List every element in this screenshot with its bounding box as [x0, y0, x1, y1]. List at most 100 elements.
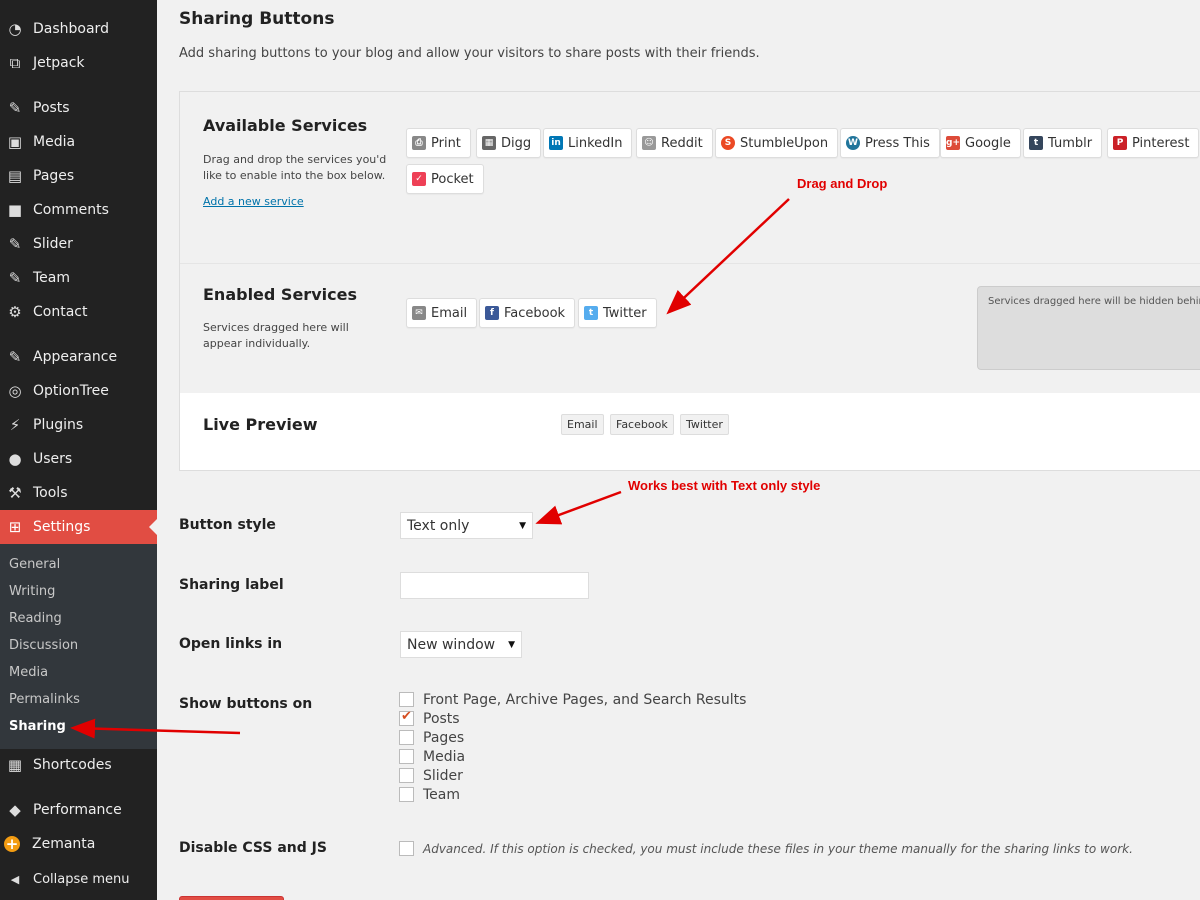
- menu-jetpack[interactable]: ⧉ Jetpack: [0, 46, 157, 80]
- preview-email-button[interactable]: Email: [561, 414, 604, 435]
- menu-tools[interactable]: ⚒ Tools: [0, 476, 157, 510]
- media-icon: ▣: [7, 133, 23, 151]
- shortcodes-icon: ▦: [7, 756, 23, 774]
- show-on-pages[interactable]: Pages: [399, 728, 464, 747]
- checkbox[interactable]: [399, 692, 414, 707]
- submenu-discussion[interactable]: Discussion: [9, 638, 78, 653]
- reddit-icon: ☺: [642, 136, 656, 150]
- pocket-icon: ✓: [412, 172, 426, 186]
- collapse-icon: ◀: [10, 872, 20, 886]
- service-google[interactable]: g+ Google: [940, 128, 1021, 158]
- checkbox-label: Slider: [423, 767, 463, 784]
- wordpress-icon: W: [846, 136, 860, 150]
- open-links-label: Open links in: [179, 636, 283, 652]
- menu-label: Posts: [33, 100, 70, 116]
- menu-label: Plugins: [33, 417, 84, 433]
- menu-label: Zemanta: [32, 836, 96, 852]
- show-on-posts[interactable]: Posts: [399, 709, 460, 728]
- show-on-media[interactable]: Media: [399, 747, 465, 766]
- checkbox-label: Team: [423, 786, 461, 803]
- zemanta-icon: +: [4, 835, 20, 853]
- service-digg[interactable]: ▦ Digg: [476, 128, 542, 158]
- service-label: Pocket: [431, 171, 474, 187]
- service-press-this[interactable]: W Press This: [840, 128, 940, 158]
- menu-slider[interactable]: ✎ Slider: [0, 227, 157, 261]
- enabled-service-twitter[interactable]: t Twitter: [578, 298, 657, 328]
- show-on-slider[interactable]: Slider: [399, 766, 463, 785]
- menu-pages[interactable]: ▤ Pages: [0, 159, 157, 193]
- menu-label: Shortcodes: [33, 757, 112, 773]
- sharing-label-input[interactable]: [400, 572, 589, 599]
- checkbox[interactable]: [399, 787, 414, 802]
- submenu-media[interactable]: Media: [9, 665, 48, 680]
- facebook-icon: f: [485, 306, 499, 320]
- service-stumbleupon[interactable]: S StumbleUpon: [715, 128, 839, 158]
- menu-zemanta[interactable]: + Zemanta: [0, 827, 157, 861]
- show-on-front-page[interactable]: Front Page, Archive Pages, and Search Re…: [399, 690, 746, 709]
- show-on-team[interactable]: Team: [399, 785, 460, 804]
- page-title: Sharing Buttons: [179, 9, 335, 29]
- twitter-icon: t: [584, 306, 598, 320]
- menu-label: Collapse menu: [33, 871, 130, 887]
- menu-label: Performance: [33, 802, 122, 818]
- checkbox-checked[interactable]: [399, 709, 414, 726]
- disable-css-hint: Advanced. If this option is checked, you…: [423, 841, 1133, 856]
- menu-collapse[interactable]: ◀ Collapse menu: [0, 862, 157, 896]
- enabled-service-email[interactable]: ✉ Email: [406, 298, 478, 328]
- service-tumblr[interactable]: t Tumblr: [1023, 128, 1103, 158]
- menu-label: Settings: [33, 519, 91, 535]
- service-pinterest[interactable]: P Pinterest: [1107, 128, 1200, 158]
- submenu-writing[interactable]: Writing: [9, 584, 55, 599]
- menu-media[interactable]: ▣ Media: [0, 125, 157, 159]
- preview-facebook-button[interactable]: Facebook: [610, 414, 674, 435]
- menu-performance[interactable]: ◆ Performance: [0, 793, 157, 827]
- service-label: Twitter: [603, 305, 647, 321]
- dashboard-icon: ◔: [8, 20, 22, 38]
- settings-submenu: General Writing Reading Discussion Media…: [0, 544, 157, 749]
- service-linkedin[interactable]: in LinkedIn: [543, 128, 633, 158]
- menu-contact[interactable]: ⚙ Contact: [0, 295, 157, 329]
- button-style-value: Text only: [407, 517, 470, 534]
- menu-team[interactable]: ✎ Team: [0, 261, 157, 295]
- service-label: Email: [431, 305, 468, 321]
- submenu-permalinks[interactable]: Permalinks: [9, 692, 80, 707]
- disable-css-option[interactable]: Advanced. If this option is checked, you…: [399, 839, 1133, 858]
- hidden-services-dropzone[interactable]: Services dragged here will be hidden beh…: [977, 286, 1200, 370]
- button-style-select[interactable]: Text only ▼: [400, 512, 533, 539]
- service-label: Pinterest: [1132, 135, 1190, 151]
- sharing-services-box: Available Services Drag and drop the ser…: [179, 91, 1200, 471]
- menu-settings[interactable]: ⊞ Settings: [0, 510, 157, 544]
- stumbleupon-icon: S: [721, 136, 735, 150]
- available-services-description: Drag and drop the services you'd like to…: [203, 153, 387, 182]
- add-new-service-link[interactable]: Add a new service: [203, 195, 304, 208]
- menu-label: Contact: [33, 304, 88, 320]
- checkbox[interactable]: [399, 749, 414, 764]
- menu-optiontree[interactable]: ◎ OptionTree: [0, 374, 157, 408]
- open-links-select[interactable]: New window ▼: [400, 631, 522, 658]
- save-changes-button[interactable]: [179, 896, 284, 900]
- brush-icon: ✎: [8, 348, 22, 366]
- menu-comments[interactable]: ■ Comments: [0, 193, 157, 227]
- checkbox[interactable]: [399, 768, 414, 783]
- menu-plugins[interactable]: ⚡ Plugins: [0, 408, 157, 442]
- service-reddit[interactable]: ☺ Reddit: [636, 128, 713, 158]
- submenu-sharing[interactable]: Sharing: [9, 719, 66, 734]
- checkbox[interactable]: [399, 841, 414, 856]
- pin-icon: ✎: [8, 269, 22, 287]
- enabled-service-facebook[interactable]: f Facebook: [479, 298, 576, 328]
- submenu-general[interactable]: General: [9, 557, 60, 572]
- checkbox[interactable]: [399, 730, 414, 745]
- print-icon: ⎙: [412, 136, 426, 150]
- service-pocket[interactable]: ✓ Pocket: [406, 164, 484, 194]
- menu-users[interactable]: ● Users: [0, 442, 157, 476]
- menu-label: Media: [33, 134, 76, 150]
- submenu-reading[interactable]: Reading: [9, 611, 62, 626]
- digg-icon: ▦: [482, 136, 496, 150]
- menu-dashboard[interactable]: ◔ Dashboard: [0, 12, 157, 46]
- admin-sidebar: ◔ Dashboard ⧉ Jetpack ✎ Posts ▣ Media ▤ Pages…: [0, 0, 157, 900]
- menu-appearance[interactable]: ✎ Appearance: [0, 340, 157, 374]
- service-print[interactable]: ⎙ Print: [406, 128, 471, 158]
- preview-twitter-button[interactable]: Twitter: [680, 414, 729, 435]
- menu-shortcodes[interactable]: ▦ Shortcodes: [0, 748, 157, 782]
- menu-posts[interactable]: ✎ Posts: [0, 91, 157, 125]
